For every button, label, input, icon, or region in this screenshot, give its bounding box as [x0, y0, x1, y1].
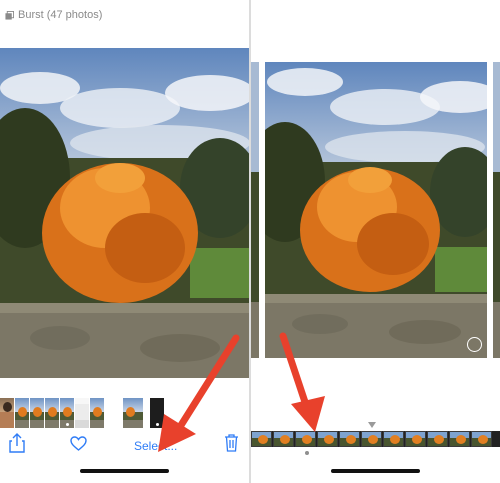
home-indicator[interactable]: [331, 469, 420, 473]
burst-photo[interactable]: [0, 48, 249, 378]
heart-icon[interactable]: [70, 436, 87, 451]
filmstrip-frame[interactable]: [251, 431, 272, 447]
right-select-view: [251, 0, 500, 483]
left-burst-view: Burst (47 photos) Select...: [0, 0, 249, 483]
scrubber-marker-icon: [368, 422, 376, 428]
burst-thumbnail[interactable]: [75, 398, 89, 428]
burst-stack-icon: [5, 10, 14, 20]
filmstrip-frame[interactable]: [317, 431, 338, 447]
home-indicator[interactable]: [80, 469, 169, 473]
share-icon[interactable]: [9, 433, 25, 453]
filmstrip-frame[interactable]: [405, 431, 426, 447]
filmstrip-frame[interactable]: [383, 431, 404, 447]
filmstrip-frame[interactable]: [361, 431, 382, 447]
burst-thumbnail[interactable]: [45, 398, 59, 428]
burst-thumbnail[interactable]: [90, 398, 104, 428]
burst-thumbnail[interactable]: [60, 398, 74, 428]
filmstrip-frame[interactable]: [273, 431, 294, 447]
burst-thumbnail-strip[interactable]: [0, 398, 165, 428]
filmstrip-position-dot: [305, 451, 309, 455]
burst-thumbnail[interactable]: [15, 398, 29, 428]
burst-thumbnail[interactable]: [150, 398, 164, 428]
burst-count-label: Burst (47 photos): [18, 9, 103, 21]
burst-header: Burst (47 photos): [5, 9, 102, 21]
previous-photo-edge[interactable]: [251, 62, 259, 358]
trash-icon[interactable]: [224, 434, 239, 452]
bottom-toolbar: Select...: [0, 430, 249, 458]
filmstrip-frame[interactable]: [471, 431, 492, 447]
filmstrip-frame[interactable]: [449, 431, 470, 447]
next-photo-edge[interactable]: [493, 62, 500, 358]
burst-filmstrip[interactable]: [251, 431, 500, 447]
select-button[interactable]: Select...: [134, 439, 177, 453]
filmstrip-frame[interactable]: [427, 431, 448, 447]
burst-thumbnail-selected[interactable]: [123, 398, 143, 428]
burst-thumbnail[interactable]: [0, 398, 14, 428]
filmstrip-frame-current[interactable]: [295, 431, 316, 447]
burst-thumbnail[interactable]: [30, 398, 44, 428]
selectable-burst-photo[interactable]: [265, 62, 487, 358]
filmstrip-frame[interactable]: [339, 431, 360, 447]
select-circle-icon[interactable]: [467, 337, 482, 352]
